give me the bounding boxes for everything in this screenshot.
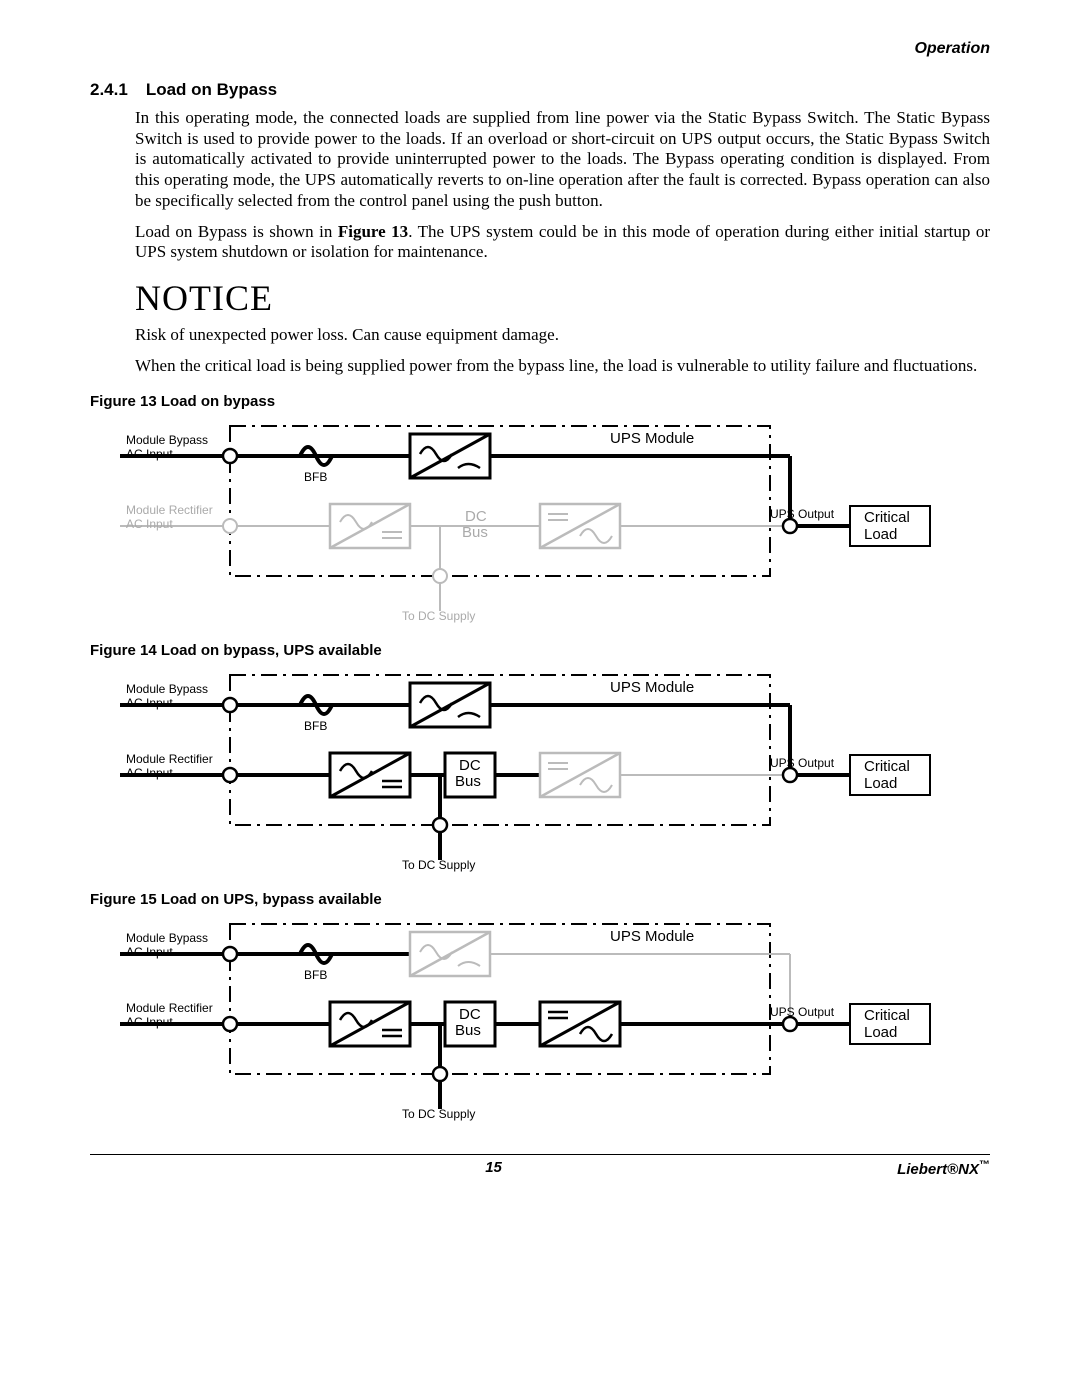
label-ups-module: UPS Module bbox=[610, 928, 694, 945]
label-critical: Critical bbox=[864, 1007, 910, 1024]
label-module-rectifier: Module Rectifier bbox=[126, 1002, 213, 1016]
section-number: 2.4.1 bbox=[90, 80, 128, 99]
paragraph-2: Load on Bypass is shown in Figure 13. Th… bbox=[135, 222, 990, 263]
label-module-bypass: Module Bypass bbox=[126, 932, 208, 946]
section-heading: 2.4.1 Load on Bypass bbox=[90, 80, 990, 100]
section-title: Load on Bypass bbox=[146, 80, 277, 99]
label-ups-module: UPS Module bbox=[610, 430, 694, 447]
label-bfb: BFB bbox=[304, 969, 327, 983]
footer-brand: Liebert®NX™ bbox=[897, 1159, 990, 1178]
figure-15-diagram: UPS Module Module Bypass AC Input Module… bbox=[90, 914, 990, 1124]
label-ups-output: UPS Output bbox=[770, 1006, 834, 1020]
notice-line-1: Risk of unexpected power loss. Can cause… bbox=[135, 325, 990, 346]
label-bus: Bus bbox=[462, 524, 488, 541]
para2-figref: Figure 13 bbox=[338, 222, 408, 241]
footer-page-number: 15 bbox=[485, 1159, 502, 1178]
label-ac-input-1: AC Input bbox=[126, 946, 173, 960]
label-to-dc-supply: To DC Supply bbox=[402, 859, 475, 873]
para2-text-a: Load on Bypass is shown in bbox=[135, 222, 338, 241]
label-ac-input-1: AC Input bbox=[126, 448, 173, 462]
figure-15-caption: Figure 15 Load on UPS, bypass available bbox=[90, 891, 990, 908]
label-load: Load bbox=[864, 526, 897, 543]
label-load: Load bbox=[864, 1024, 897, 1041]
label-to-dc-supply: To DC Supply bbox=[402, 610, 475, 624]
label-ac-input-1: AC Input bbox=[126, 697, 173, 711]
label-bfb: BFB bbox=[304, 720, 327, 734]
label-ups-output: UPS Output bbox=[770, 508, 834, 522]
label-bus: Bus bbox=[455, 1022, 481, 1039]
notice-line-2: When the critical load is being supplied… bbox=[135, 356, 990, 377]
label-ups-module: UPS Module bbox=[610, 679, 694, 696]
figure-13-diagram: UPS Module Module Bypass AC Input Module… bbox=[90, 416, 990, 626]
figure-14-caption: Figure 14 Load on bypass, UPS available bbox=[90, 642, 990, 659]
page-header-section: Operation bbox=[90, 40, 990, 58]
label-bfb: BFB bbox=[304, 471, 327, 485]
label-to-dc-supply: To DC Supply bbox=[402, 1108, 475, 1122]
label-critical: Critical bbox=[864, 509, 910, 526]
label-bus: Bus bbox=[455, 773, 481, 790]
label-module-rectifier: Module Rectifier bbox=[126, 504, 213, 518]
label-module-rectifier: Module Rectifier bbox=[126, 753, 213, 767]
label-dc: DC bbox=[459, 1006, 481, 1023]
label-ups-output: UPS Output bbox=[770, 757, 834, 771]
figure-14-diagram: UPS Module Module Bypass AC Input Module… bbox=[90, 665, 990, 875]
notice-title: NOTICE bbox=[135, 277, 990, 319]
page-footer: 15 Liebert®NX™ bbox=[90, 1154, 990, 1178]
label-critical: Critical bbox=[864, 758, 910, 775]
label-ac-input-2: AC Input bbox=[126, 1016, 173, 1030]
label-ac-input-2: AC Input bbox=[126, 767, 173, 781]
figure-13-caption: Figure 13 Load on bypass bbox=[90, 393, 990, 410]
paragraph-1: In this operating mode, the connected lo… bbox=[135, 108, 990, 212]
label-load: Load bbox=[864, 775, 897, 792]
label-dc: DC bbox=[459, 757, 481, 774]
label-dc: DC bbox=[465, 508, 487, 525]
label-ac-input-2: AC Input bbox=[126, 518, 173, 532]
label-module-bypass: Module Bypass bbox=[126, 434, 208, 448]
label-module-bypass: Module Bypass bbox=[126, 683, 208, 697]
